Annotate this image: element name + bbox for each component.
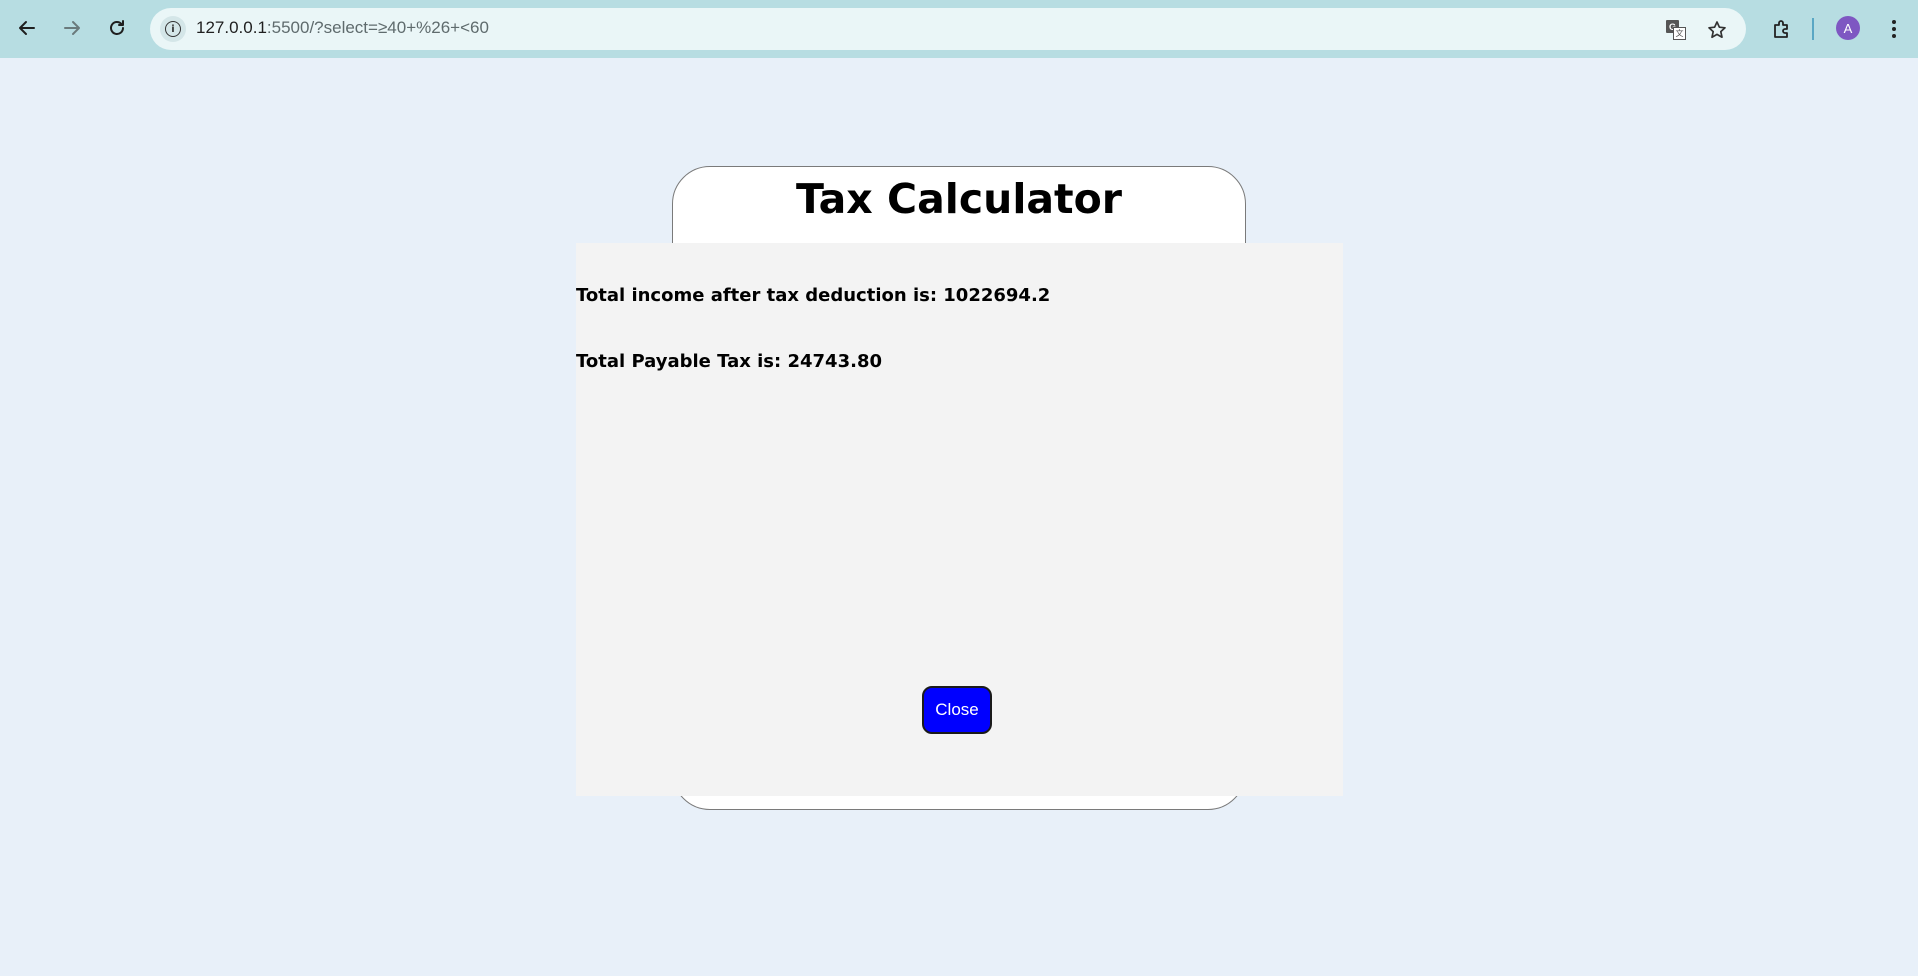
reload-icon — [110, 20, 124, 35]
translate-icon[interactable]: G文 — [1664, 18, 1688, 42]
back-icon — [19, 21, 35, 35]
browser-toolbar: i 127.0.0.1:5500/?select=≥40+%26+<60 G文 … — [0, 0, 1918, 58]
income-after-tax-text: Total income after tax deduction is: 102… — [576, 285, 1051, 306]
payable-tax-text: Total Payable Tax is: 24743.80 — [576, 351, 882, 372]
toolbar-divider — [1812, 18, 1814, 40]
back-button[interactable] — [9, 10, 45, 46]
address-bar[interactable]: i 127.0.0.1:5500/?select=≥40+%26+<60 G文 — [150, 8, 1746, 50]
bookmark-star-icon[interactable] — [1705, 18, 1729, 42]
reload-button[interactable] — [99, 10, 135, 46]
page-title: Tax Calculator — [795, 175, 1123, 223]
extensions-icon[interactable] — [1767, 14, 1797, 44]
profile-avatar[interactable]: A — [1836, 16, 1860, 40]
menu-icon[interactable] — [1880, 14, 1908, 44]
forward-icon — [64, 21, 80, 35]
site-info-icon[interactable]: i — [160, 16, 186, 42]
close-button[interactable]: Close — [922, 686, 992, 734]
url-text[interactable]: 127.0.0.1:5500/?select=≥40+%26+<60 — [196, 18, 489, 38]
result-modal: Total income after tax deduction is: 102… — [576, 243, 1343, 796]
forward-button[interactable] — [54, 10, 90, 46]
